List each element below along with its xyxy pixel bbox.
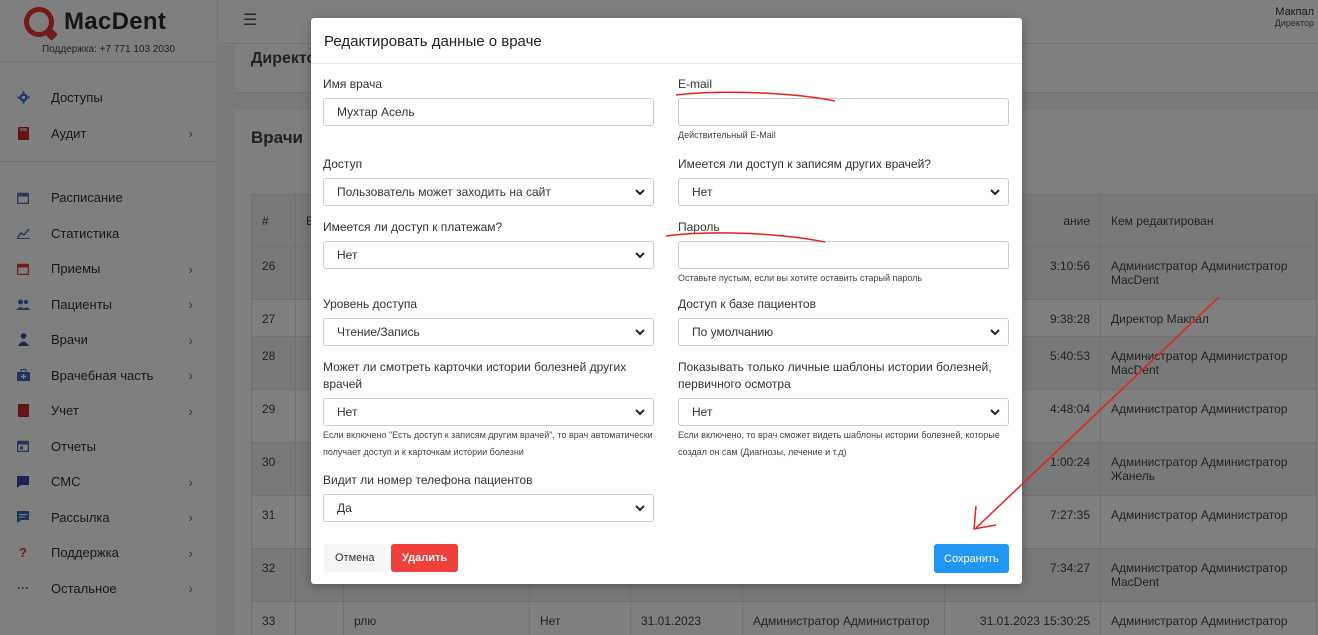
history-cards-label: Может ли смотреть карточки истории болез…	[323, 360, 627, 391]
other-records-label: Имеется ли доступ к записям других враче…	[678, 157, 931, 171]
templates-hint: Если включено, то врач сможет видеть шаб…	[678, 430, 1000, 457]
email-label: E-mail	[678, 77, 713, 91]
patients-db-field-group: Доступ к базе пациентов По умолчанию	[678, 296, 1009, 346]
history-cards-select[interactable]: Нет	[323, 398, 654, 426]
email-input[interactable]	[678, 98, 1009, 126]
email-hint: Действительный E-Mail	[678, 130, 776, 140]
phone-visibility-field-group: Видит ли номер телефона пациентов Да	[323, 472, 654, 522]
templates-select[interactable]: Нет	[678, 398, 1009, 426]
access-level-select[interactable]: Чтение/Запись	[323, 318, 654, 346]
patients-db-select-value: По умолчанию	[692, 325, 774, 339]
cancel-button[interactable]: Отмена	[324, 544, 386, 572]
patients-db-label: Доступ к базе пациентов	[678, 297, 816, 311]
chevron-down-icon	[990, 329, 1000, 336]
modal-header: Редактировать данные о враче	[311, 18, 1022, 64]
history-cards-select-value: Нет	[337, 405, 358, 419]
chevron-down-icon	[635, 409, 645, 416]
delete-button[interactable]: Удалить	[391, 544, 459, 572]
access-field-group: Доступ Пользователь может заходить на са…	[323, 156, 654, 206]
phone-visibility-label: Видит ли номер телефона пациентов	[323, 473, 533, 487]
password-input[interactable]	[678, 241, 1009, 269]
templates-field-group: Показывать только личные шаблоны истории…	[678, 359, 1009, 461]
other-records-select-value: Нет	[692, 185, 713, 199]
templates-select-value: Нет	[692, 405, 713, 419]
access-select[interactable]: Пользователь может заходить на сайт	[323, 178, 654, 206]
password-label: Пароль	[678, 220, 720, 234]
access-level-label: Уровень доступа	[323, 297, 418, 311]
access-label: Доступ	[323, 157, 363, 171]
edit-doctor-modal: Редактировать данные о враче Имя врача E…	[311, 18, 1022, 584]
history-cards-field-group: Может ли смотреть карточки истории болез…	[323, 359, 654, 461]
history-cards-hint: Если включено "Есть доступ к записям дру…	[323, 430, 653, 457]
doctor-name-field-group: Имя врача	[323, 76, 654, 126]
access-select-value: Пользователь может заходить на сайт	[337, 185, 551, 199]
chevron-down-icon	[635, 505, 645, 512]
chevron-down-icon	[990, 409, 1000, 416]
doctor-name-input[interactable]	[323, 98, 654, 126]
password-hint: Оставьте пустым, если вы хотите оставить…	[678, 273, 923, 283]
chevron-down-icon	[635, 329, 645, 336]
other-records-field-group: Имеется ли доступ к записям других враче…	[678, 156, 1009, 206]
payments-select[interactable]: Нет	[323, 241, 654, 269]
chevron-down-icon	[635, 189, 645, 196]
password-field-group: Пароль Оставьте пустым, если вы хотите о…	[678, 219, 1009, 287]
patients-db-select[interactable]: По умолчанию	[678, 318, 1009, 346]
phone-visibility-select[interactable]: Да	[323, 494, 654, 522]
templates-label: Показывать только личные шаблоны истории…	[678, 360, 992, 391]
doctor-name-label: Имя врача	[323, 77, 383, 91]
payments-select-value: Нет	[337, 248, 358, 262]
phone-visibility-select-value: Да	[337, 501, 352, 515]
access-level-select-value: Чтение/Запись	[337, 325, 420, 339]
chevron-down-icon	[635, 252, 645, 259]
access-level-field-group: Уровень доступа Чтение/Запись	[323, 296, 654, 346]
email-field-group: E-mail Действительный E-Mail	[678, 76, 1009, 144]
payments-field-group: Имеется ли доступ к платежам? Нет	[323, 219, 654, 269]
other-records-select[interactable]: Нет	[678, 178, 1009, 206]
chevron-down-icon	[990, 189, 1000, 196]
modal-title: Редактировать данные о враче	[324, 33, 542, 50]
payments-label: Имеется ли доступ к платежам?	[323, 220, 503, 234]
save-button[interactable]: Сохранить	[934, 544, 1009, 573]
